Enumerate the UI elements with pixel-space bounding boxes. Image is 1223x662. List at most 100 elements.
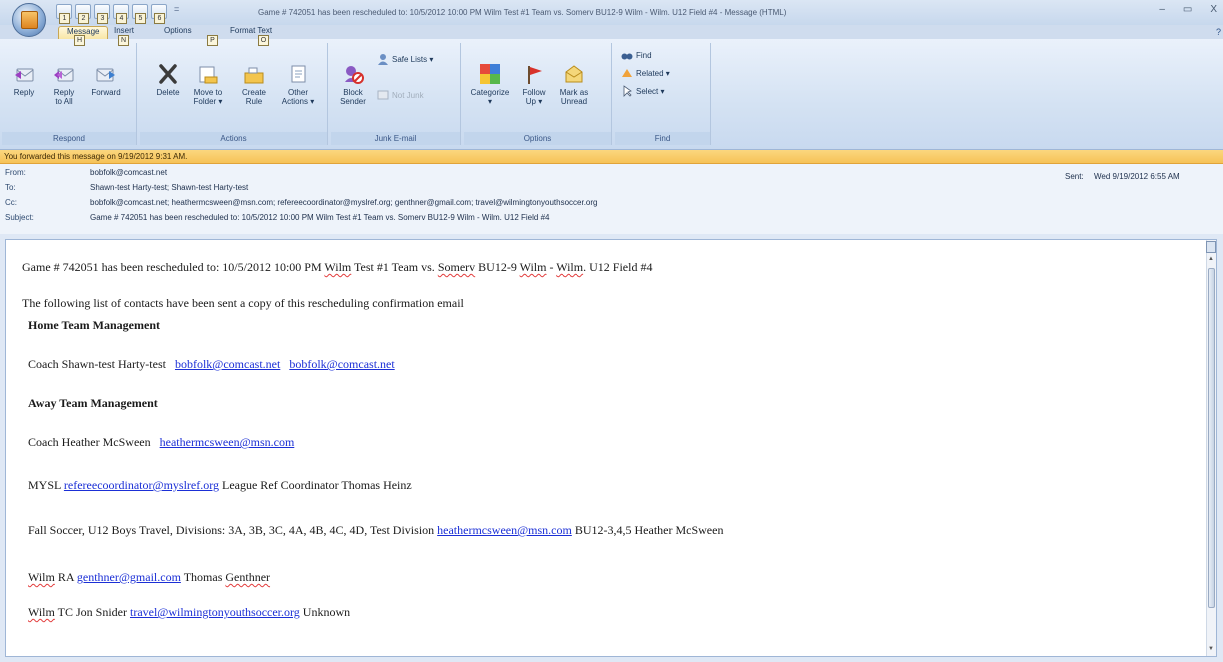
tc-email-link[interactable]: travel@wilmingtonyouthsoccer.org [130, 605, 300, 619]
reply-icon [13, 63, 35, 85]
create-rule-icon [243, 63, 265, 85]
categorize-icon [479, 63, 501, 85]
office-button[interactable] [12, 3, 46, 37]
away-coach-line: Coach Heather McSween heathermcsween@msn… [28, 435, 295, 449]
tab-options[interactable]: Options [164, 26, 192, 35]
block-sender-icon [342, 63, 364, 85]
ribbon-tabs: Message Insert Options Format Text H N P… [0, 25, 1223, 46]
from-row: From: bobfolk@comcast.net [0, 166, 900, 179]
reply-button[interactable]: Reply [6, 63, 42, 97]
outlook-icon [21, 11, 38, 29]
close-button[interactable]: X [1210, 4, 1217, 15]
body-reschedule-line: Game # 742051 has been rescheduled to: 1… [22, 260, 653, 274]
flag-icon [523, 63, 545, 85]
mysl-line: MYSL refereecoordinator@myslref.org Leag… [28, 478, 412, 492]
find-button[interactable]: Find [621, 49, 652, 61]
qat-print-button[interactable]: 6 [151, 4, 167, 24]
qat-undo-button[interactable]: 2 [75, 4, 91, 24]
group-label-junk-email: Junk E-mail [331, 132, 460, 145]
other-actions-icon [287, 63, 309, 85]
help-icon[interactable]: ? [1216, 27, 1221, 37]
body-contacts-intro: The following list of contacts have been… [22, 296, 464, 310]
sent-value: Wed 9/19/2012 6:55 AM [1094, 172, 1180, 181]
related-button[interactable]: Related ▾ [621, 67, 670, 79]
block-sender-button[interactable]: Block Sender [335, 63, 371, 106]
forward-icon [95, 63, 117, 85]
scroll-up-icon[interactable]: ▲ [1208, 256, 1214, 262]
ra-email-link[interactable]: genthner@gmail.com [77, 570, 181, 584]
tab-insert[interactable]: Insert [114, 26, 134, 35]
info-bar[interactable]: You forwarded this message on 9/19/2012 … [0, 150, 1223, 164]
maximize-button[interactable]: ▭ [1183, 4, 1192, 15]
sent-label: Sent: [1065, 172, 1084, 181]
home-coach-line: Coach Shawn-test Harty-test bobfolk@comc… [28, 357, 395, 371]
categorize-button[interactable]: Categorize ▾ [468, 63, 512, 106]
home-email-link-2[interactable]: bobfolk@comcast.net [289, 357, 394, 371]
from-value[interactable]: bobfolk@comcast.net [90, 166, 167, 179]
not-junk-button[interactable]: Not Junk [377, 89, 424, 101]
title-bar: 1 2 3 4 5 6 = Game # 742051 has been res… [0, 0, 1223, 37]
group-respond: Reply Reply to All Forward Respond [2, 43, 137, 145]
qat-save-button[interactable]: 1 [56, 4, 72, 24]
keytip-message: H [74, 35, 85, 46]
follow-up-button[interactable]: Follow Up ▾ [516, 63, 552, 106]
forward-button[interactable]: Forward [88, 63, 124, 97]
scroll-down-icon[interactable]: ▼ [1208, 646, 1214, 652]
group-label-find: Find [615, 132, 710, 145]
safe-lists-icon [377, 53, 389, 65]
wilm-tc-line: Wilm TC Jon Snider travel@wilmingtonyout… [28, 605, 351, 619]
subject-label: Subject: [5, 213, 34, 222]
from-label: From: [5, 168, 26, 177]
scroll-thumb[interactable] [1208, 268, 1215, 608]
fall-soccer-line: Fall Soccer, U12 Boys Travel, Divisions:… [28, 523, 724, 537]
create-rule-button[interactable]: Create Rule [236, 63, 272, 106]
window-title: Game # 742051 has been rescheduled to: 1… [258, 8, 787, 17]
mysl-email-link[interactable]: refereecoordinator@myslref.org [64, 478, 219, 492]
group-junk-email: Block Sender Safe Lists ▾ Not Junk ⌟ Jun… [331, 43, 461, 145]
delete-button[interactable]: Delete [150, 63, 186, 97]
select-button[interactable]: Select ▾ [621, 85, 664, 97]
group-find: Find Related ▾ Select ▾ Find [615, 43, 711, 145]
qat-customize-button[interactable]: = [174, 4, 179, 19]
reply-all-button[interactable]: Reply to All [46, 63, 82, 106]
group-options: Categorize ▾ Follow Up ▾ Mark as Unread … [464, 43, 612, 145]
mark-unread-icon [563, 63, 585, 85]
group-label-actions: Actions [140, 132, 327, 145]
qat-redo-button[interactable]: 3 [94, 4, 110, 24]
other-actions-button[interactable]: Other Actions ▾ [280, 63, 316, 106]
vertical-scrollbar[interactable]: ▲ ▼ [1206, 240, 1216, 656]
message-body[interactable]: Game # 742051 has been rescheduled to: 1… [5, 239, 1217, 657]
related-icon [621, 67, 633, 79]
to-value[interactable]: Shawn-test Harty-test; Shawn-test Harty-… [90, 181, 248, 194]
qat-previous-button[interactable]: 4 [113, 4, 129, 24]
qat-next-button[interactable]: 5 [132, 4, 148, 24]
away-email-link[interactable]: heathermcsween@msn.com [160, 435, 295, 449]
group-label-respond: Respond [2, 132, 136, 145]
away-team-heading: Away Team Management [28, 396, 158, 410]
home-email-link-1[interactable]: bobfolk@comcast.net [175, 357, 280, 371]
home-team-heading: Home Team Management [28, 318, 160, 332]
keytip-options: P [207, 35, 218, 46]
cc-label: Cc: [5, 198, 17, 207]
keytip-insert: N [118, 35, 129, 46]
delete-icon [157, 63, 179, 85]
page-icon [1206, 241, 1216, 253]
quick-access-toolbar: 1 2 3 4 5 6 = [56, 4, 179, 24]
group-label-options: Options [464, 132, 611, 145]
move-to-folder-button[interactable]: Move to Folder ▾ [190, 63, 226, 106]
to-label: To: [5, 183, 16, 192]
binoculars-icon [621, 49, 633, 61]
cc-value[interactable]: bobfolk@comcast.net; heathermcsween@msn.… [90, 196, 597, 209]
move-folder-icon [197, 63, 219, 85]
not-junk-icon [377, 89, 389, 101]
sent-row: Sent: Wed 9/19/2012 6:55 AM [1065, 172, 1180, 181]
minimize-button[interactable]: – [1159, 4, 1165, 15]
mark-as-unread-button[interactable]: Mark as Unread [556, 63, 592, 106]
wilm-ra-line: Wilm RA genthner@gmail.com Thomas Genthn… [28, 570, 271, 584]
cc-row: Cc: bobfolk@comcast.net; heathermcsween@… [0, 196, 900, 209]
ribbon: Reply Reply to All Forward Respond Delet… [0, 39, 1223, 150]
select-arrow-icon [621, 85, 633, 97]
fall-email-link[interactable]: heathermcsween@msn.com [437, 523, 572, 537]
tab-format-text[interactable]: Format Text [230, 26, 272, 35]
safe-lists-button[interactable]: Safe Lists ▾ [377, 53, 433, 65]
